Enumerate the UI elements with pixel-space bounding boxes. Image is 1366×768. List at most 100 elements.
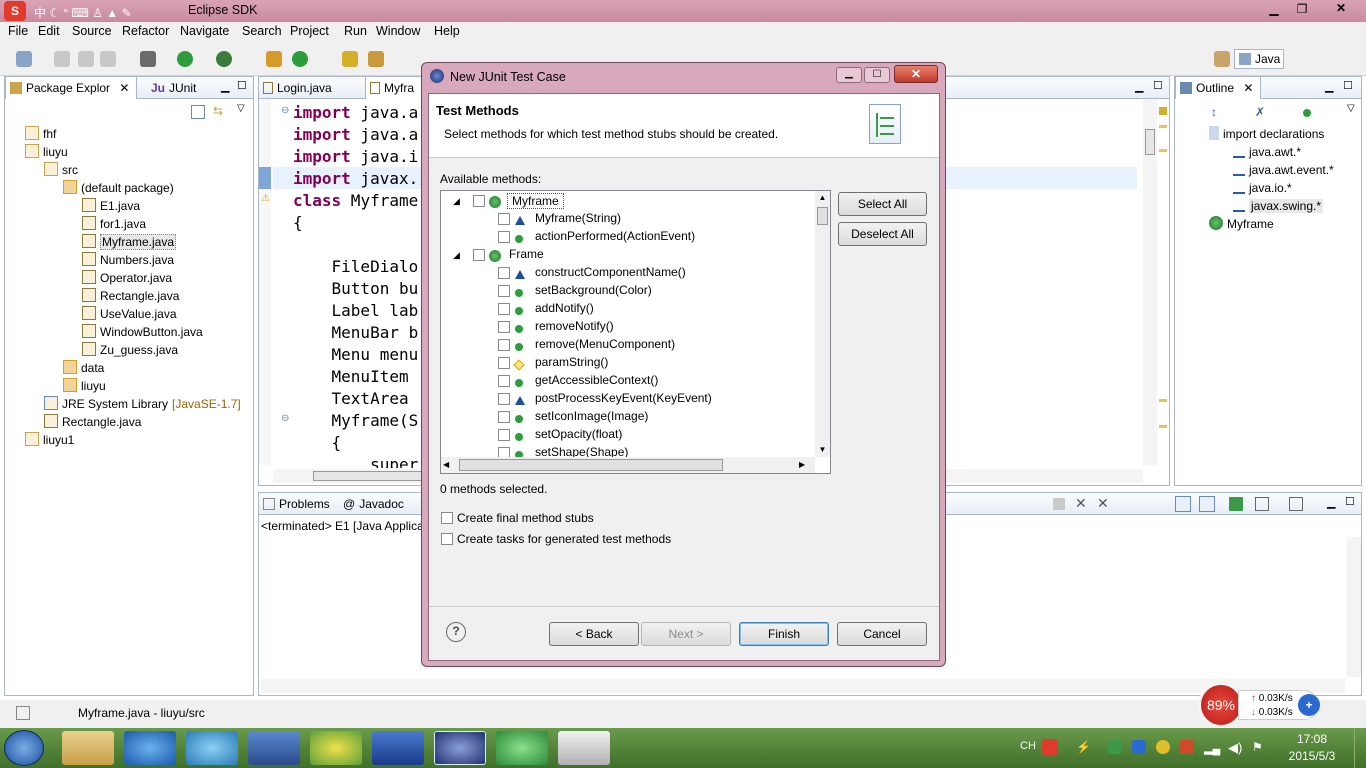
method-label[interactable]: actionPerformed(ActionEvent) xyxy=(535,229,695,243)
menu-source[interactable]: Source xyxy=(72,24,112,38)
help-icon[interactable]: ? xyxy=(446,622,466,642)
method-label[interactable]: setIconImage(Image) xyxy=(535,409,648,423)
tab-junit[interactable]: Ju JUnit xyxy=(147,77,227,99)
cancel-button[interactable]: Cancel xyxy=(837,622,927,646)
tree-item[interactable]: Zu_guess.java xyxy=(82,341,178,359)
tree-item[interactable]: JRE System Library [JavaSE-1.7] xyxy=(44,395,241,413)
tree-item[interactable]: for1.java xyxy=(82,215,146,233)
tree-item[interactable]: liuyu1 xyxy=(25,431,74,449)
outline-item[interactable]: java.awt.* xyxy=(1233,143,1301,161)
menu-navigate[interactable]: Navigate xyxy=(180,24,229,38)
tab-outline[interactable]: Outline ✕ xyxy=(1175,77,1261,99)
outline-item[interactable]: java.awt.event.* xyxy=(1233,161,1334,179)
tree-item[interactable]: E1.java xyxy=(82,197,140,215)
scroll-lock-icon[interactable] xyxy=(1175,496,1191,512)
tab-problems[interactable]: Problems xyxy=(259,493,335,515)
app-tray-icon[interactable] xyxy=(1180,740,1194,754)
method-checkbox[interactable] xyxy=(473,195,485,207)
method-label[interactable]: getAccessibleContext() xyxy=(535,373,658,387)
dialog-maximize-button[interactable]: ☐ xyxy=(864,67,890,83)
print-icon[interactable] xyxy=(100,51,116,67)
deselect-all-button[interactable]: Deselect All xyxy=(838,222,927,246)
method-checkbox[interactable] xyxy=(498,447,510,457)
remove-launch-icon[interactable]: ✕ xyxy=(1075,495,1087,512)
scroll-thumb[interactable] xyxy=(1145,129,1155,155)
tasks-checkbox[interactable] xyxy=(441,533,453,545)
tree-item[interactable]: (default package) xyxy=(63,179,174,197)
ime-toolbar[interactable]: 中 ☾ ° ⌨ ♙ ▲ ✎ xyxy=(34,4,184,20)
method-checkbox[interactable] xyxy=(498,213,510,225)
menu-run[interactable]: Run xyxy=(344,24,367,38)
show-console-icon[interactable] xyxy=(1199,496,1215,512)
save-icon[interactable] xyxy=(54,51,70,67)
method-label[interactable]: constructComponentName() xyxy=(535,265,686,279)
maximize-view-icon[interactable]: ☐ xyxy=(1153,79,1163,92)
console-hscrollbar[interactable] xyxy=(261,679,1345,693)
menu-project[interactable]: Project xyxy=(290,24,329,38)
method-label[interactable]: removeNotify() xyxy=(535,319,614,333)
tree-item[interactable]: liuyu xyxy=(63,377,106,395)
method-label[interactable]: setBackground(Color) xyxy=(535,283,652,297)
view-menu-icon[interactable]: ▽ xyxy=(1347,103,1355,114)
hide-fields-icon[interactable]: ✗ xyxy=(1255,105,1269,119)
close-tab-icon[interactable]: ✕ xyxy=(119,81,129,95)
show-desktop-button[interactable] xyxy=(1354,728,1366,768)
outline-item[interactable]: java.io.* xyxy=(1233,179,1292,197)
browser-taskbar-icon[interactable] xyxy=(496,731,548,765)
link-editor-icon[interactable]: ⇆ xyxy=(213,105,227,119)
save-all-icon[interactable] xyxy=(78,51,94,67)
fast-view-icon[interactable] xyxy=(16,706,30,720)
word-taskbar-icon[interactable] xyxy=(372,731,424,765)
open-type-icon[interactable] xyxy=(342,51,358,67)
app-taskbar-icon[interactable] xyxy=(310,731,362,765)
final-stubs-checkbox[interactable] xyxy=(441,512,453,524)
tab-javadoc[interactable]: @ Javadoc xyxy=(339,493,415,515)
display-console-icon[interactable] xyxy=(1255,497,1269,511)
clock-time[interactable]: 17:08 xyxy=(1282,732,1342,746)
app-tray-icon[interactable] xyxy=(1156,740,1170,754)
minimize-view-icon[interactable]: ▁ xyxy=(221,80,229,93)
tree-item[interactable]: fhf xyxy=(25,125,56,143)
signal-tray-icon[interactable]: ▂▄ xyxy=(1204,742,1220,755)
method-checkbox[interactable] xyxy=(498,375,510,387)
tree-item[interactable]: Operator.java xyxy=(82,269,172,287)
menu-refactor[interactable]: Refactor xyxy=(122,24,169,38)
ie-taskbar-icon[interactable] xyxy=(124,731,176,765)
search-icon[interactable] xyxy=(368,51,384,67)
collapse-all-icon[interactable] xyxy=(191,105,205,119)
maximize-view-icon[interactable]: ☐ xyxy=(1343,79,1353,92)
method-checkbox[interactable] xyxy=(498,285,510,297)
run-icon[interactable] xyxy=(177,51,193,67)
scroll-right-icon[interactable]: ▶ xyxy=(799,457,811,473)
tree-item[interactable]: Numbers.java xyxy=(82,251,174,269)
fold-icon[interactable]: ⊖ xyxy=(281,105,289,116)
java-perspective-button[interactable]: Java xyxy=(1234,49,1284,69)
security-tray-icon[interactable] xyxy=(1108,740,1122,754)
tab-package-explorer[interactable]: Package Explor ✕ xyxy=(5,77,137,99)
scroll-up-icon[interactable]: ▲ xyxy=(815,191,830,205)
tree-item[interactable]: WindowButton.java xyxy=(82,323,203,341)
outline-item[interactable]: javax.swing.* xyxy=(1233,197,1324,215)
next-button[interactable]: Next > xyxy=(641,622,731,646)
terminate-icon[interactable] xyxy=(1053,498,1065,510)
methods-vscrollbar[interactable]: ▲ ▼ xyxy=(815,191,830,457)
outline-item[interactable]: Myframe xyxy=(1209,215,1274,233)
expand-toggle-icon[interactable]: ◢ xyxy=(453,250,460,261)
open-perspective-icon[interactable] xyxy=(1214,51,1230,67)
hide-nonpublic-icon[interactable] xyxy=(1303,109,1311,117)
sogou-tray-icon[interactable] xyxy=(1042,739,1058,755)
scroll-thumb[interactable] xyxy=(459,459,723,471)
method-label[interactable]: addNotify() xyxy=(535,301,594,315)
run-external-icon[interactable] xyxy=(216,51,232,67)
method-checkbox[interactable] xyxy=(498,393,510,405)
maximize-view-icon[interactable]: ☐ xyxy=(1345,495,1355,508)
console-scrollbar[interactable] xyxy=(1347,537,1361,677)
start-button[interactable] xyxy=(4,730,44,766)
sogou-ime-icon[interactable]: S xyxy=(4,1,26,21)
method-checkbox[interactable] xyxy=(498,339,510,351)
minimize-view-icon[interactable]: ▁ xyxy=(1327,496,1335,509)
minimize-view-icon[interactable]: ▁ xyxy=(1325,80,1333,93)
finish-button[interactable]: Finish xyxy=(739,622,829,646)
restore-button[interactable]: ❐ xyxy=(1290,2,1314,18)
minimize-button[interactable]: ▁ xyxy=(1262,2,1286,18)
